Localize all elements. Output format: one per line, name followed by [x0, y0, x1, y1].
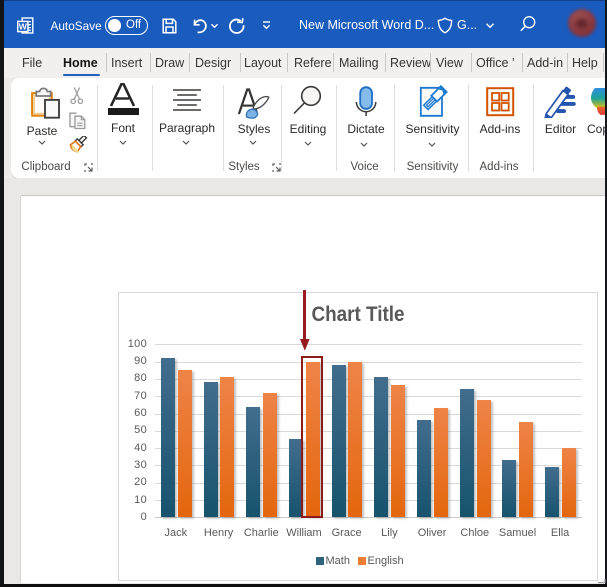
svg-text:W: W: [19, 22, 28, 32]
